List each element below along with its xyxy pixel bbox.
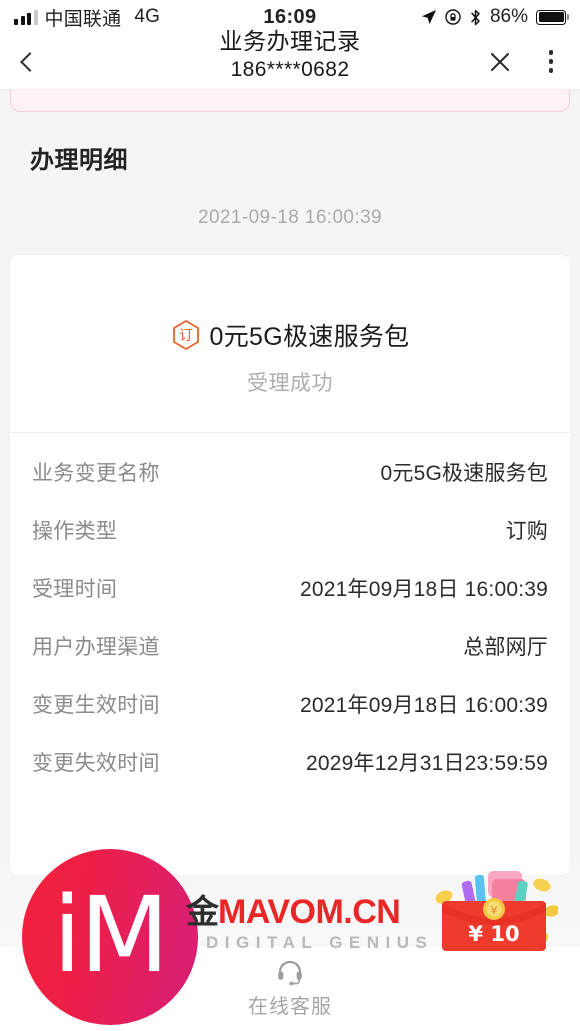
bluetooth-icon: [471, 9, 480, 25]
status-bar: 中国联通 4G 16:09 86%: [0, 0, 580, 34]
back-button[interactable]: [18, 42, 52, 82]
product-row: 订 0元5G极速服务包: [171, 317, 410, 353]
chevron-left-icon: [20, 51, 40, 72]
location-arrow-icon: [421, 10, 436, 24]
row-value: 总部网厅: [463, 636, 548, 659]
nav-actions: [488, 50, 562, 74]
record-timestamp: 2021-09-18 16:00:39: [197, 207, 383, 228]
detail-row: 变更生效时间 2021年09月18日 16:00:39: [32, 675, 548, 733]
detail-row: 操作类型 订购: [32, 501, 548, 559]
row-label: 操作类型: [32, 520, 118, 543]
online-service-label: 在线客服: [248, 996, 332, 1018]
row-value: 0元5G极速服务包: [380, 462, 548, 485]
headset-icon: [278, 960, 302, 986]
row-label: 受理时间: [32, 578, 118, 601]
row-label: 变更失效时间: [32, 752, 160, 775]
network-type-label: 4G: [134, 6, 161, 27]
phone-screen: 中国联通 4G 16:09 86% 业务办理记录 186****0682 办理明…: [0, 0, 580, 1031]
order-hexagon-icon: 订: [171, 319, 201, 351]
battery-percent-label: 86%: [489, 6, 528, 27]
row-value: 2029年12月31日23:59:59: [306, 752, 548, 775]
detail-rows: 业务变更名称 0元5G极速服务包 操作类型 订购 受理时间 2021年09月18…: [10, 433, 570, 791]
carrier-label: 中国联通: [44, 8, 122, 30]
detail-row: 受理时间 2021年09月18日 16:00:39: [32, 559, 548, 617]
row-label: 变更生效时间: [32, 694, 160, 717]
row-label: 业务变更名称: [32, 462, 160, 485]
status-bar-left: 中国联通 4G: [14, 4, 160, 31]
scroll-content[interactable]: 办理明细 2021-09-18 16:00:39 订 0元5G极速服务包 受理成…: [0, 90, 580, 1031]
row-value: 2021年09月18日 16:00:39: [299, 694, 548, 717]
order-status: 受理成功: [247, 371, 333, 395]
close-icon[interactable]: [488, 50, 512, 74]
detail-row: 用户办理渠道 总部网厅: [32, 617, 548, 675]
battery-icon: [536, 9, 566, 25]
nav-bar: 业务办理记录 186****0682: [0, 28, 580, 90]
detail-row: 业务变更名称 0元5G极速服务包: [32, 443, 548, 501]
row-value: 2021年09月18日 16:00:39: [299, 578, 548, 601]
more-vertical-icon[interactable]: [540, 50, 562, 74]
promo-banner[interactable]: [10, 90, 570, 112]
rotation-lock-icon: [445, 9, 461, 25]
detail-card: 订 0元5G极速服务包 受理成功 业务变更名称 0元5G极速服务包 操作类型 订…: [10, 255, 570, 875]
section-title: 办理明细: [30, 147, 128, 174]
promo-banner-clipped[interactable]: [0, 90, 580, 114]
row-value: 订购: [505, 520, 548, 543]
detail-row: 变更失效时间 2029年12月31日23:59:59: [32, 733, 548, 791]
row-label: 用户办理渠道: [32, 636, 160, 659]
product-name: 0元5G极速服务包: [209, 322, 410, 351]
signal-bars-icon: [14, 9, 38, 25]
online-service-bar[interactable]: 在线客服: [0, 945, 580, 1031]
status-bar-right: 86%: [421, 6, 566, 28]
svg-text:订: 订: [179, 328, 193, 344]
card-header: 订 0元5G极速服务包 受理成功: [10, 255, 570, 433]
